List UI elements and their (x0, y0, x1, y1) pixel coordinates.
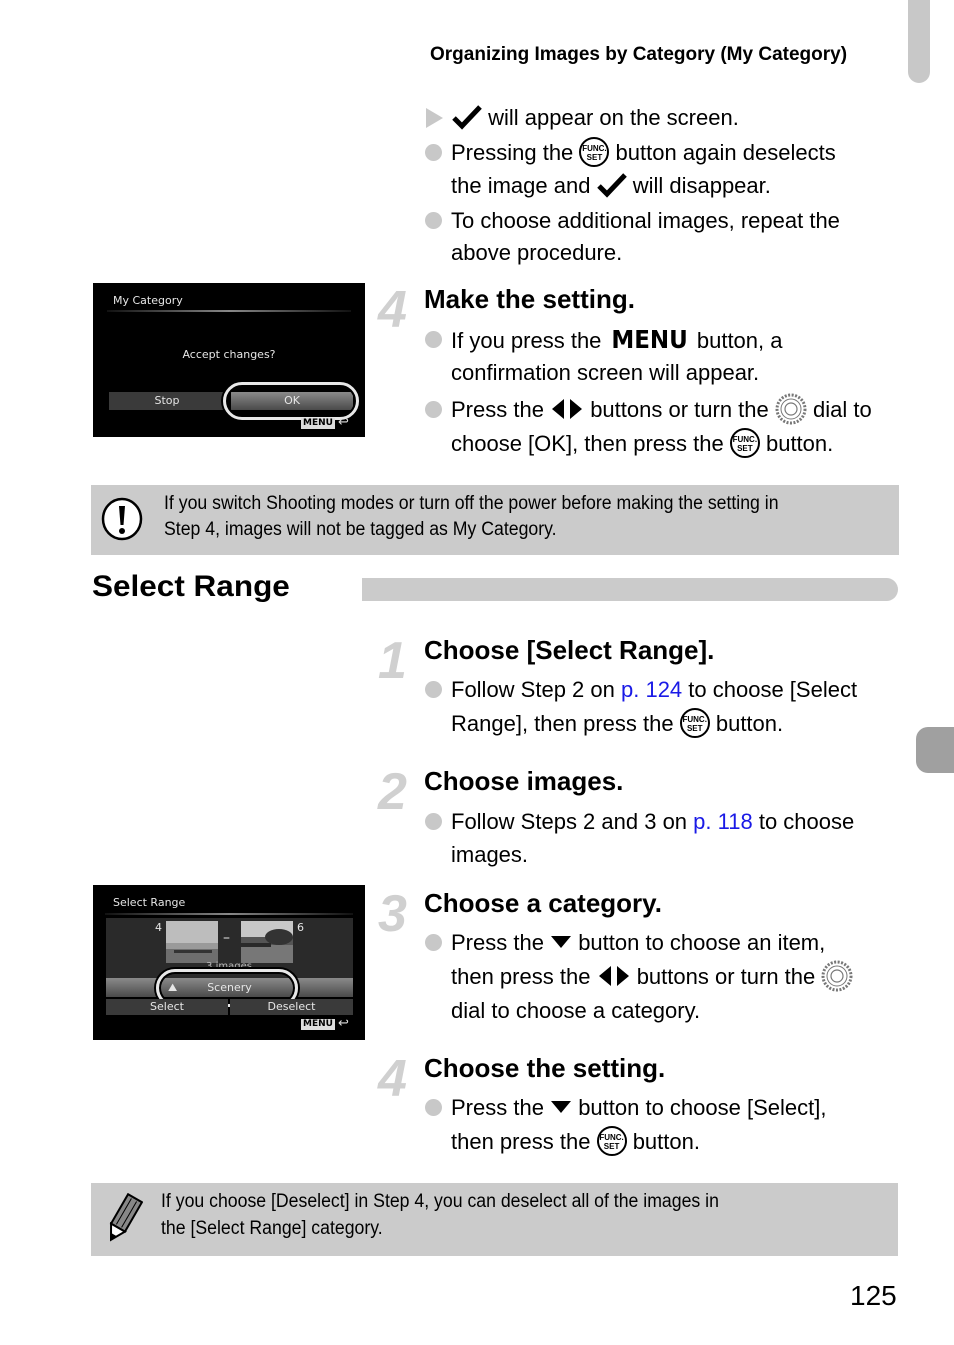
bullet-icon (425, 934, 442, 951)
intro-bullet-2-line-1: To choose additional images, repeat the (451, 208, 840, 233)
range-start-index: 4 (155, 921, 162, 934)
return-icon: ↩ (338, 415, 349, 430)
screen-prompt: Accept changes? (182, 348, 276, 361)
end-image-thumbnail[interactable] (241, 921, 293, 963)
step4-range-line-2: then press the FUNC. SET button. (451, 1125, 700, 1158)
section-title-bar (362, 578, 898, 601)
step2-line-1: Follow Steps 2 and 3 on p. 118 to choose (451, 809, 855, 834)
deselect-button[interactable]: Deselect (230, 999, 353, 1015)
bullet-icon (425, 401, 442, 418)
screen-title: My Category (113, 294, 183, 307)
caution-note: If you switch Shooting modes or turn off… (91, 485, 899, 555)
step4-bullet-2-line-2: choose [OK], then press the FUNC. SET but… (451, 427, 833, 460)
step-number: 4 (378, 281, 407, 339)
chapter-tab-top (908, 0, 930, 83)
step3-line-2: then press the buttons or turn the (451, 960, 853, 994)
left-right-arrows-icon (552, 399, 583, 420)
menu-button-chip: MENU (301, 1019, 335, 1030)
range-end-index: 6 (297, 921, 304, 934)
page-link-118[interactable]: p. 118 (693, 809, 753, 834)
bullet-icon (425, 813, 442, 830)
func-set-button-icon: FUNC. SET (679, 708, 710, 739)
func-set-button-icon: FUNC. SET (579, 137, 610, 168)
step-title: Choose [Select Range]. (424, 635, 715, 665)
func-set-button-icon: FUNC. SET (596, 1126, 627, 1157)
screen-divider (105, 913, 353, 915)
screen-title: Select Range (113, 896, 186, 909)
step4-bullet-1-line-1: If you press the MENU button, a (451, 325, 783, 354)
step-title: Choose images. (424, 766, 624, 796)
down-arrow-icon (551, 936, 572, 949)
pencil-icon (109, 1193, 143, 1242)
screen-divider (107, 310, 351, 312)
return-icon: ↩ (338, 1016, 349, 1031)
range-dash: – (223, 930, 230, 946)
menu-button-chip: MENU (301, 418, 335, 429)
memo-line-1: If you choose [Deselect] in Step 4, you … (161, 1191, 719, 1212)
step4-range-line-1: Press the button to choose [Select], (451, 1095, 827, 1120)
step-number: 2 (378, 763, 407, 821)
start-image-thumbnail[interactable] (166, 921, 218, 963)
step-number: 4 (378, 1050, 407, 1108)
checkmark-icon (596, 173, 627, 198)
step3-line-3: dial to choose a category. (451, 998, 701, 1023)
camera-screen-select-range: Select Range 4 – 6 3 images ⛰ Scenery Se… (93, 885, 365, 1040)
step1-line-2: Range], then press the FUNC. SET button. (451, 707, 783, 740)
memo-line-2: the [Select Range] category. (161, 1218, 383, 1239)
step3-line-1: Press the button to choose an item, (451, 930, 826, 955)
func-set-button-icon: FUNC. SET (729, 428, 760, 459)
step-number: 1 (378, 632, 407, 690)
result-line: will appear on the screen. (452, 101, 739, 134)
page-number: 125 (850, 1280, 897, 1311)
caution-line-2: Step 4, images will not be tagged as My … (164, 519, 557, 540)
bullet-icon (425, 212, 442, 229)
checkmark-icon (452, 105, 482, 130)
result-text: will appear on the screen. (488, 105, 739, 130)
bullet-icon (425, 331, 442, 348)
step1-line-1: Follow Step 2 on p. 124 to choose [Selec… (451, 677, 858, 702)
step-title: Make the setting. (424, 284, 635, 314)
down-arrow-icon (551, 1101, 572, 1114)
left-right-arrows-icon (598, 966, 629, 987)
caution-line-1: If you switch Shooting modes or turn off… (164, 493, 779, 514)
bullet-icon (425, 681, 442, 698)
intro-bullet-1-line-2: the image and will disappear. (451, 173, 771, 198)
bullet-icon (425, 1099, 442, 1116)
memo-note: If you choose [Deselect] in Step 4, you … (91, 1183, 898, 1256)
step2-line-2: images. (451, 842, 529, 867)
page-header-title: Organizing Images by Category (My Catego… (430, 44, 848, 65)
control-dial-icon (821, 960, 853, 992)
caution-icon (101, 497, 143, 541)
chapter-tab-marker (916, 727, 954, 773)
section-title: Select Range (92, 570, 290, 603)
stop-button[interactable]: Stop (109, 392, 225, 410)
select-button[interactable]: Select (106, 999, 228, 1015)
result-arrow-icon (426, 108, 443, 128)
intro-bullet-1-line-1: Pressing the FUNC. SET button again desel… (451, 136, 836, 169)
bullet-icon (425, 144, 442, 161)
page-link-124[interactable]: p. 124 (621, 677, 682, 702)
control-dial-icon (775, 393, 807, 425)
step4-bullet-1-line-2: confirmation screen will appear. (451, 360, 760, 385)
step-title: Choose a category. (424, 888, 662, 918)
step-title: Choose the setting. (424, 1053, 666, 1083)
step-number: 3 (378, 885, 407, 943)
menu-button-label: MENU (610, 325, 688, 354)
intro-bullet-2-line-2: above procedure. (451, 240, 623, 265)
camera-screen-my-category: My Category Accept changes? Stop OK MENU… (93, 283, 365, 437)
step4-bullet-2-line-1: Press the buttons or turn the dial to (451, 393, 872, 427)
